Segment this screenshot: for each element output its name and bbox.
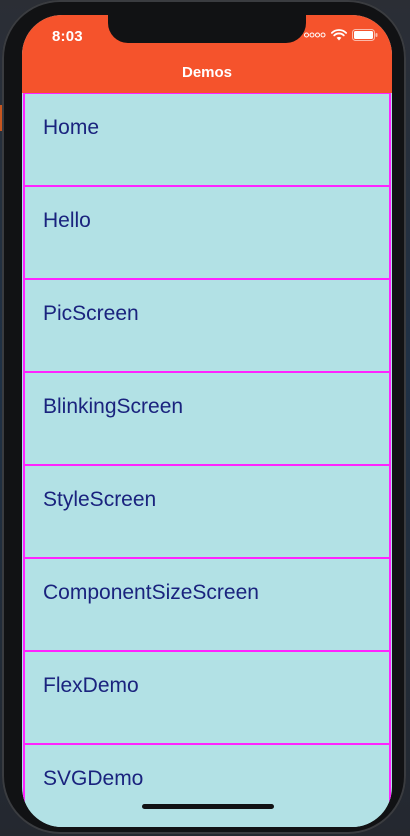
list-item-svgdemo[interactable]: SVGDemo — [23, 744, 391, 827]
status-icons — [304, 29, 378, 41]
device-notch — [108, 15, 306, 43]
list-item-stylescreen[interactable]: StyleScreen — [23, 465, 391, 558]
demo-list: Home Hello PicScreen BlinkingScreen Styl… — [22, 93, 392, 827]
signal-dots-icon — [304, 32, 326, 38]
list-item-label: ComponentSizeScreen — [43, 581, 259, 604]
list-item-label: FlexDemo — [43, 674, 139, 697]
app-screen: 8:03 Demos Home Hello PicScreen Blinking… — [22, 15, 392, 827]
list-item-label: StyleScreen — [43, 488, 157, 511]
nav-title: Demos — [181, 64, 233, 81]
list-item-picscreen[interactable]: PicScreen — [23, 279, 391, 372]
list-item-blinkingscreen[interactable]: BlinkingScreen — [23, 372, 391, 465]
status-time: 8:03 — [52, 28, 83, 45]
list-item-label: BlinkingScreen — [43, 395, 184, 418]
list-item-label: Home — [43, 116, 100, 139]
wifi-icon — [331, 29, 347, 41]
list-item-label: PicScreen — [43, 302, 139, 325]
battery-icon — [352, 29, 378, 41]
phone-frame: 8:03 Demos Home Hello PicScreen Blinking… — [2, 0, 406, 834]
navigation-header: 8:03 Demos — [22, 15, 392, 93]
list-item-flexdemo[interactable]: FlexDemo — [23, 651, 391, 744]
list-item-label: Hello — [43, 209, 91, 232]
list-item-label: SVGDemo — [43, 767, 144, 790]
list-item-home[interactable]: Home — [23, 93, 391, 186]
list-item-hello[interactable]: Hello — [23, 186, 391, 279]
list-item-componentsizescreen[interactable]: ComponentSizeScreen — [23, 558, 391, 651]
home-indicator[interactable] — [142, 804, 274, 809]
